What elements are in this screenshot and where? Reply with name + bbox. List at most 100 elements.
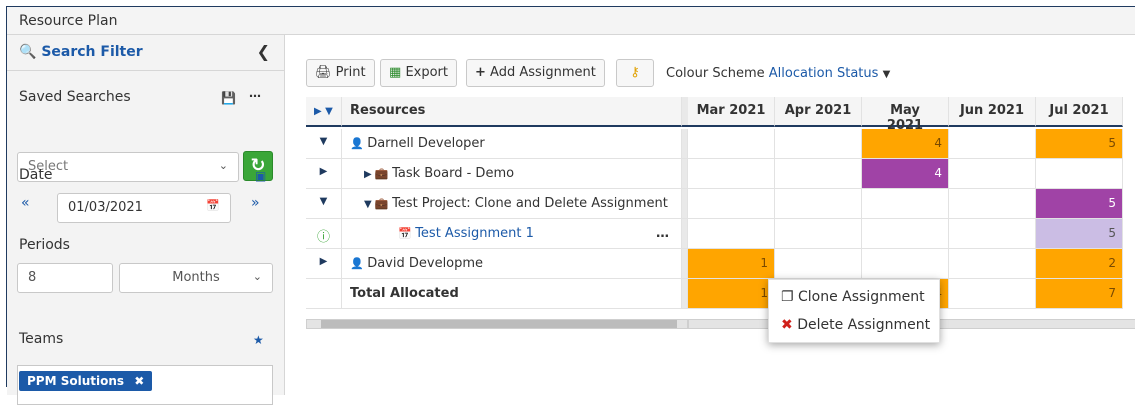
allocation-cell[interactable] <box>775 219 862 249</box>
allocation-cell[interactable] <box>862 219 949 249</box>
expand-collapse-all[interactable]: ▶ ▼ <box>306 97 342 127</box>
print-button[interactable]: 🖨 Print <box>306 59 375 87</box>
table-row[interactable]: 📅 Test Assignment 1… <box>342 219 682 249</box>
remove-team-icon[interactable]: ✖ <box>134 374 144 388</box>
excel-icon: ▦ <box>389 65 402 80</box>
colour-scheme-control[interactable]: Colour Scheme Allocation Status ▼ <box>666 66 890 81</box>
teams-label: Teams <box>19 331 64 347</box>
allocation-cell[interactable] <box>688 129 775 159</box>
month-header: May 2021 <box>862 97 949 133</box>
month-header: Jul 2021 <box>1036 97 1123 127</box>
allocation-cell[interactable] <box>775 159 862 189</box>
search-filter-title: Search Filter <box>41 44 143 60</box>
next-period-icon[interactable]: » <box>251 195 260 211</box>
allocation-cell[interactable] <box>688 189 775 219</box>
allocation-cell[interactable] <box>1036 159 1123 189</box>
allocation-cell[interactable] <box>949 219 1036 249</box>
collapse-chevron-icon[interactable]: ❮ <box>257 42 270 61</box>
add-assignment-button[interactable]: + Add Assignment <box>466 59 605 87</box>
allocation-cell[interactable] <box>862 249 949 279</box>
search-filter-header[interactable]: 🔍 Search Filter ❮ <box>7 35 284 71</box>
date-label: Date <box>19 167 53 183</box>
periods-count-input[interactable]: 8 <box>17 263 113 293</box>
allocation-cell[interactable] <box>949 249 1036 279</box>
row-label: David Developme <box>367 256 484 271</box>
periods-count-value: 8 <box>28 270 37 285</box>
plus-icon: + <box>475 65 486 80</box>
add-assignment-label: Add Assignment <box>490 65 596 80</box>
table-row[interactable]: Total Allocated <box>342 279 682 309</box>
allocation-cell[interactable] <box>949 189 1036 219</box>
key-icon: ⚷ <box>630 65 640 80</box>
previous-period-icon[interactable]: « <box>21 195 30 211</box>
allocation-cell[interactable] <box>862 189 949 219</box>
collapse-row-icon[interactable]: ▼ <box>306 189 342 219</box>
allocation-cell[interactable] <box>949 279 1036 309</box>
allocation-cell[interactable]: 4 <box>862 129 949 159</box>
periods-label: Periods <box>19 237 70 253</box>
allocation-cell[interactable] <box>775 249 862 279</box>
window-title: Resource Plan <box>7 7 1135 35</box>
more-options-icon[interactable]: ⋯ <box>249 89 261 103</box>
allocation-cell[interactable] <box>688 219 775 249</box>
allocation-cell[interactable]: 5 <box>1036 219 1123 249</box>
allocation-cell[interactable] <box>949 129 1036 159</box>
collapse-project-icon[interactable]: ▼ <box>364 199 375 210</box>
more-options-icon[interactable]: … <box>656 226 669 241</box>
expand-project-icon[interactable]: ▶ <box>364 169 375 180</box>
clone-assignment-item[interactable]: ❐ Clone Assignment <box>781 289 925 305</box>
calendar-icon[interactable]: 📅 <box>206 199 220 212</box>
allocation-cell[interactable] <box>949 159 1036 189</box>
collapse-row-icon[interactable]: ▼ <box>306 129 342 159</box>
clone-assignment-label: Clone Assignment <box>798 289 925 305</box>
row-label: Total Allocated <box>350 286 459 301</box>
month-header: Apr 2021 <box>775 97 862 127</box>
briefcase-icon: 💼 <box>374 197 393 210</box>
delete-assignment-item[interactable]: ✖ Delete Assignment <box>781 317 930 333</box>
hierarchy-icon[interactable]: ★ <box>253 333 264 347</box>
search-filter-panel: 🔍 Search Filter ❮ Saved Searches 💾 ⋯ Sel… <box>7 35 285 405</box>
month-header: Mar 2021 <box>688 97 775 127</box>
allocation-cell[interactable]: 1 <box>688 279 775 309</box>
row-label: Test Project: Clone and Delete Assignmen… <box>392 196 668 211</box>
allocation-cell[interactable]: 5 <box>1036 189 1123 219</box>
allocation-cell[interactable] <box>775 129 862 159</box>
colour-scheme-value[interactable]: Allocation Status <box>769 66 879 81</box>
date-collapse-icon[interactable]: ▣ <box>255 169 266 183</box>
info-icon[interactable]: ⓘ <box>306 219 342 249</box>
allocation-cell[interactable]: 4 <box>862 159 949 189</box>
chevron-down-icon: ⌄ <box>252 270 262 283</box>
allocation-cell[interactable] <box>688 159 775 189</box>
export-button[interactable]: ▦ Export <box>380 59 457 87</box>
allocation-cell[interactable]: 7 <box>1036 279 1123 309</box>
expand-row-icon[interactable]: ▶ <box>306 159 342 189</box>
resources-scrollbar[interactable] <box>306 319 688 329</box>
person-icon: 👤 <box>350 257 368 270</box>
key-button[interactable]: ⚷ <box>616 59 654 87</box>
print-label: Print <box>335 65 366 80</box>
saved-searches-label: Saved Searches <box>19 89 131 105</box>
search-icon: 🔍 <box>19 44 37 60</box>
resources-scroll-thumb[interactable] <box>321 320 677 328</box>
table-row[interactable]: ▶ 💼 Task Board - Demo <box>342 159 682 189</box>
expand-row-icon[interactable]: ▶ <box>306 249 342 279</box>
allocation-cell[interactable] <box>775 189 862 219</box>
printer-icon: 🖨 <box>315 65 332 80</box>
date-input[interactable]: 01/03/2021 📅 <box>57 193 231 223</box>
month-header: Jun 2021 <box>949 97 1036 127</box>
save-icon[interactable]: 💾 <box>221 91 236 105</box>
expand-icon[interactable]: ▶ ▼ <box>314 106 333 117</box>
periods-unit-select[interactable]: Months ⌄ <box>119 263 273 293</box>
assignment-context-menu: ❐ Clone Assignment ✖ Delete Assignment <box>768 279 940 343</box>
row-label: Darnell Developer <box>367 136 485 151</box>
delete-x-icon: ✖ <box>781 317 793 333</box>
team-tag[interactable]: PPM Solutions ✖ <box>19 371 153 391</box>
team-tag-label: PPM Solutions <box>27 374 125 388</box>
allocation-cell[interactable]: 5 <box>1036 129 1123 159</box>
allocation-cell[interactable]: 1 <box>688 249 775 279</box>
table-row[interactable]: 👤 David Developme <box>342 249 682 279</box>
export-label: Export <box>405 65 448 80</box>
allocation-cell[interactable]: 2 <box>1036 249 1123 279</box>
table-row[interactable]: 👤 Darnell Developer <box>342 129 682 159</box>
table-row[interactable]: ▼ 💼 Test Project: Clone and Delete Assig… <box>342 189 682 219</box>
